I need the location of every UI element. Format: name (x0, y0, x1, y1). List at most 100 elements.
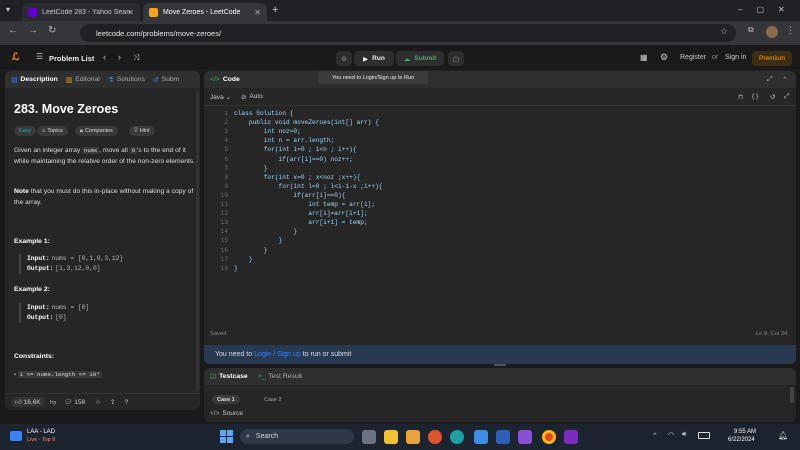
reset-icon[interactable]: ↺ (770, 93, 775, 101)
weather-icon[interactable] (10, 431, 22, 441)
dislike-icon[interactable]: 👎︎ (50, 398, 57, 406)
submit-button[interactable]: ☁ Submit (396, 51, 444, 66)
files-icon[interactable] (406, 430, 420, 444)
tab-solutions[interactable]: Solutions (117, 76, 145, 83)
problem-list-link[interactable]: Problem List (49, 54, 94, 63)
share-icon[interactable]: ⇪ (110, 398, 115, 406)
leetcode-logo[interactable]: ℒ (12, 52, 22, 64)
case-1-tab[interactable]: Case 1 (212, 395, 240, 404)
chrome-icon[interactable] (542, 430, 556, 444)
visual-studio-icon[interactable] (518, 430, 532, 444)
browser-tab-leetcode[interactable]: Move Zeroes - LeetCode ✕ (143, 3, 267, 21)
scrollbar[interactable] (790, 387, 794, 403)
reload-icon[interactable]: ↻ (48, 25, 56, 36)
taskbar-search[interactable]: ⌕ Search (240, 429, 354, 444)
tab-label: Move Zeroes - LeetCode (163, 8, 241, 16)
next-problem-icon[interactable]: › (118, 52, 121, 62)
code-tab[interactable]: Code (223, 76, 240, 83)
thumbs-up-icon: 👍︎ (15, 399, 22, 406)
window-controls[interactable]: –▢✕ (738, 5, 799, 14)
lock-icon: ⊘ (241, 93, 247, 101)
companies-tag[interactable]: 🔒︎ Companies (75, 126, 118, 136)
hint-tag[interactable]: 💡︎ Hint (129, 126, 155, 136)
language-select[interactable]: Java ⌄ (210, 93, 231, 101)
tab-testcase[interactable]: Testcase (219, 373, 248, 380)
menu-icon[interactable]: ⋮ (786, 25, 795, 36)
file-explorer-icon[interactable] (384, 430, 398, 444)
case-2-tab[interactable]: Case 2 (264, 397, 281, 403)
shuffle-icon[interactable]: ⤨ (133, 53, 139, 63)
braces-icon[interactable]: { } (752, 93, 758, 100)
premium-button[interactable]: Premium (752, 51, 792, 66)
app-icon[interactable] (496, 430, 510, 444)
notes-button[interactable]: ▢ (448, 51, 464, 66)
desc-code: nums (82, 147, 100, 154)
code-area[interactable]: 1 class Solution {2 public void moveZeroe… (204, 108, 796, 328)
code-line: arr[i+1] = temp; (234, 219, 368, 227)
volume-icon[interactable]: 🔊︎ (682, 431, 686, 439)
login-link[interactable]: Login / Sign up (254, 351, 301, 358)
weather-sub: Live - Top 9 (27, 437, 56, 443)
debug-button[interactable]: ⚙ (336, 51, 352, 66)
like-button[interactable]: 👍︎ 16.6K (11, 397, 45, 407)
notification-icon[interactable]: 🔔︎ (778, 431, 788, 440)
windows-start-icon[interactable] (220, 430, 233, 443)
terminal-icon: >_ (257, 373, 266, 380)
line-number: 12 (220, 210, 228, 218)
collapse-icon[interactable]: ⌃ (782, 76, 788, 84)
testcase-header: ☑ Testcase >_ Test Result (204, 368, 796, 385)
battery-icon[interactable] (698, 432, 710, 439)
close-tab-icon[interactable]: ✕ (254, 8, 261, 17)
comments-button[interactable]: 💬︎ 158 (64, 398, 85, 406)
tab-search-icon[interactable]: ▾ (6, 5, 10, 14)
weather-title[interactable]: LAA - LAD (27, 429, 55, 435)
bookmark-star-icon[interactable]: ☆ (720, 26, 728, 37)
tab-description[interactable]: Description (20, 76, 57, 83)
bookmark-icon[interactable]: ⊓ (738, 93, 743, 101)
prev-problem-icon[interactable]: ‹ (103, 52, 106, 62)
clock-time[interactable]: 9:55 AM (734, 429, 756, 435)
star-icon[interactable]: ☆ (95, 398, 101, 406)
tab-submissions[interactable]: Subm (162, 76, 180, 83)
run-tooltip: You need to Login/Sign up to Run (318, 71, 428, 84)
mode-label[interactable]: Auto (249, 93, 262, 100)
profile-avatar[interactable] (766, 26, 778, 38)
browser-tab-yahoo[interactable]: LeetCode 283 - Yahoo Search Re ✕ (22, 3, 140, 21)
task-view-icon[interactable] (362, 430, 376, 444)
scrollbar[interactable] (196, 91, 199, 391)
back-icon[interactable]: ← (8, 25, 18, 36)
forward-icon[interactable]: → (28, 25, 38, 36)
tab-editorial[interactable]: Editorial (75, 76, 100, 83)
code-line: } (234, 237, 283, 245)
layout-icon[interactable]: ▦ (640, 53, 648, 62)
register-link[interactable]: Register (680, 54, 706, 61)
desc-text: Given an integer array (14, 147, 83, 154)
source-link[interactable]: Source (222, 410, 243, 417)
tab-test-result[interactable]: Test Result (268, 373, 302, 380)
close-tab-icon[interactable]: ✕ (127, 8, 134, 17)
edge-icon[interactable] (450, 430, 464, 444)
example2-output: [0] (55, 314, 67, 321)
settings-gear-icon[interactable]: ⚙ (660, 52, 668, 63)
sign-in-link[interactable]: Sign in (725, 54, 746, 61)
code-line: if(arr[i]==0){ (234, 191, 346, 199)
store-icon[interactable] (474, 430, 488, 444)
help-icon[interactable]: ? (124, 399, 128, 406)
tooltip-text: You need to Login/Sign up to Run (331, 74, 415, 81)
tray-chevron-icon[interactable]: ⌃ (652, 432, 658, 440)
new-tab-button[interactable]: + (272, 4, 278, 16)
maximize-icon[interactable]: ⤢ (767, 76, 772, 84)
comment-icon: 💬︎ (64, 399, 73, 406)
extensions-icon[interactable]: ⧉ (748, 25, 754, 35)
fullscreen-icon[interactable]: ⤢ (784, 93, 789, 101)
panel-resizer[interactable] (494, 364, 506, 366)
run-button[interactable]: ▶ Run (354, 51, 394, 66)
intellij-icon[interactable] (564, 430, 578, 444)
wifi-icon[interactable]: ◠ (668, 431, 674, 439)
url-bar[interactable]: leetcode.com/problems/move-zeroes/ (80, 24, 736, 42)
editorial-icon: ▥ (65, 76, 73, 84)
problem-list-icon[interactable]: ☰ (36, 52, 43, 61)
address-bar-row: ← → ↻ leetcode.com/problems/move-zeroes/… (0, 21, 800, 45)
topics-tag[interactable]: ⌂ Topics (37, 126, 68, 136)
office-icon[interactable] (428, 430, 442, 444)
